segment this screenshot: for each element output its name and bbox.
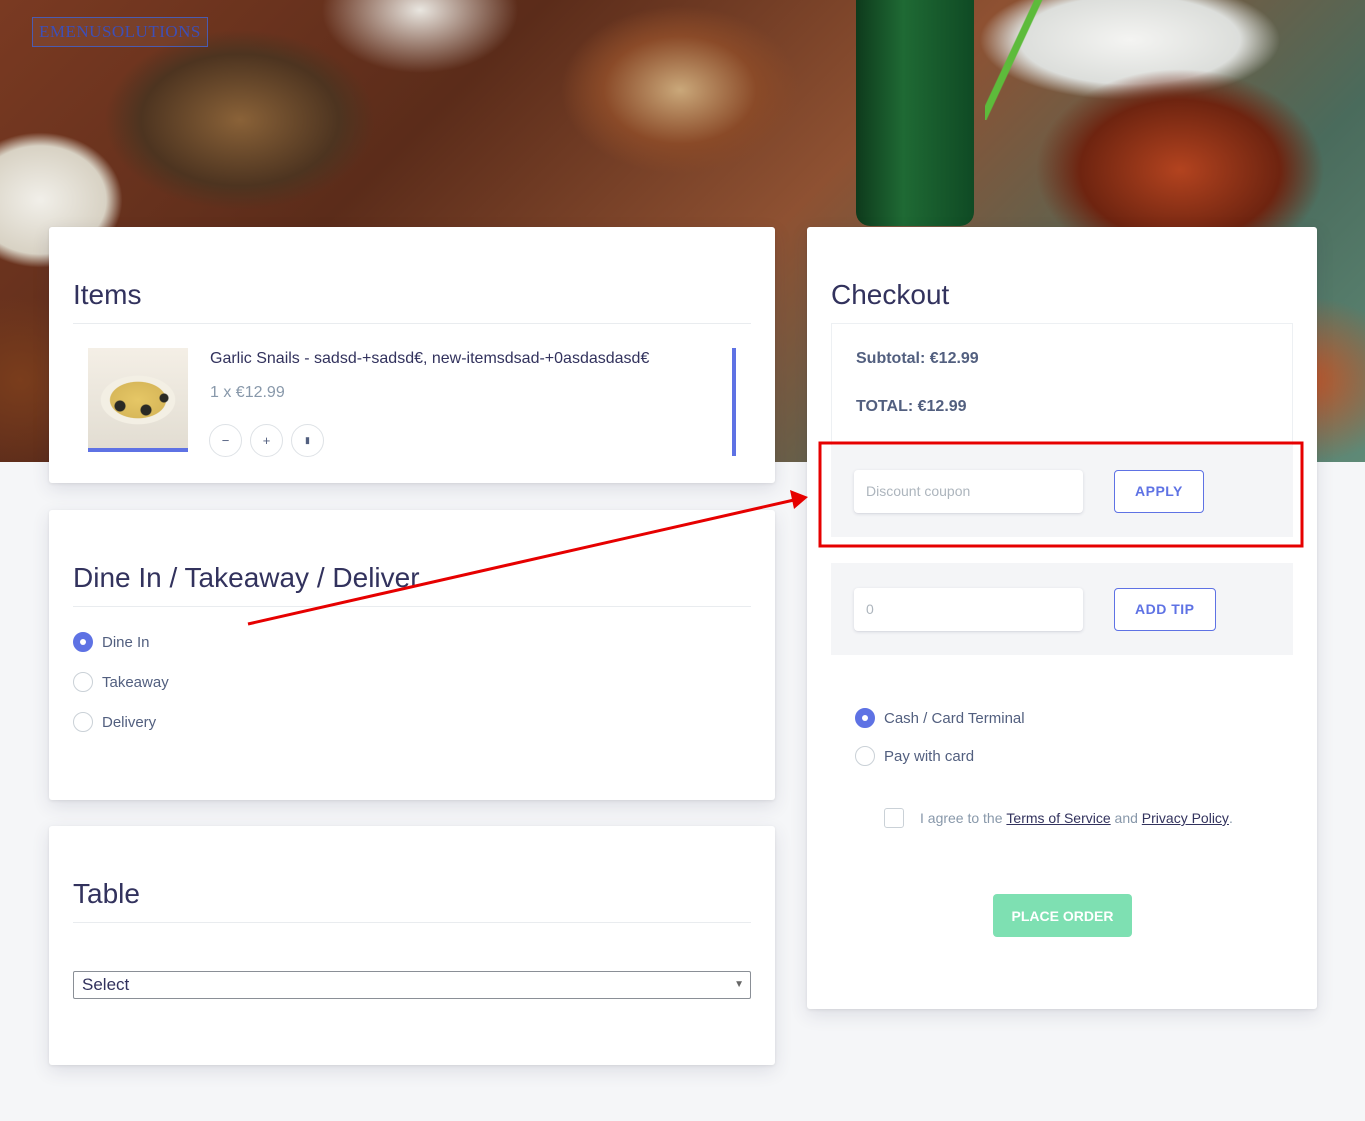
radio-dine-in-button[interactable] xyxy=(73,632,93,652)
privacy-policy-link[interactable]: Privacy Policy xyxy=(1142,810,1229,826)
beer-bottle-graphic xyxy=(856,0,974,226)
table-card: Table Select ▼ xyxy=(49,826,775,1065)
item-quantity-controls: − + ▮ xyxy=(209,424,324,457)
radio-delivery-button[interactable] xyxy=(73,712,93,732)
radio-takeaway[interactable]: Takeaway xyxy=(73,662,751,702)
add-tip-button[interactable]: ADD TIP xyxy=(1114,587,1216,631)
subtotal-text: Subtotal: €12.99 xyxy=(856,350,979,367)
dropdown-caret-icon: ▼ xyxy=(734,979,744,990)
increase-quantity-button[interactable]: + xyxy=(250,424,283,457)
order-type-title: Dine In / Takeaway / Deliver xyxy=(73,562,751,607)
discount-coupon-input[interactable] xyxy=(854,469,1083,513)
terms-agreement: I agree to the Terms of Service and Priv… xyxy=(884,808,1233,828)
table-select[interactable]: Select ▼ xyxy=(73,971,751,999)
items-title: Items xyxy=(73,279,751,324)
decrease-quantity-button[interactable]: − xyxy=(209,424,242,457)
payment-methods: Cash / Card Terminal Pay with card xyxy=(855,699,1025,775)
delete-item-button[interactable]: ▮ xyxy=(291,424,324,457)
table-title: Table xyxy=(73,878,751,923)
radio-takeaway-button[interactable] xyxy=(73,672,93,692)
agree-and: and xyxy=(1114,810,1138,826)
totals-box: Subtotal: €12.99 TOTAL: €12.99 xyxy=(831,323,1293,451)
table-select-value: Select xyxy=(82,975,130,994)
item-qty-price: 1 x €12.99 xyxy=(210,384,285,401)
apply-coupon-button[interactable]: APPLY xyxy=(1114,469,1204,513)
brand-logo[interactable]: EMENUSOLUTIONS xyxy=(32,17,208,47)
radio-cash-label: Cash / Card Terminal xyxy=(884,709,1025,727)
annotation-arrow-head xyxy=(790,490,808,509)
radio-delivery[interactable]: Delivery xyxy=(73,702,751,742)
checkout-card: Checkout Subtotal: €12.99 TOTAL: €12.99 … xyxy=(807,227,1317,1009)
radio-dine-in-label: Dine In xyxy=(102,633,150,651)
terms-checkbox[interactable] xyxy=(884,808,904,828)
chopsticks-graphic xyxy=(985,0,1045,120)
items-card: Items Garlic Snails - sadsd-+sadsd€, new… xyxy=(49,227,775,483)
item-image xyxy=(88,348,188,452)
cart-item: Garlic Snails - sadsd-+sadsd€, new-items… xyxy=(73,348,751,458)
radio-delivery-label: Delivery xyxy=(102,713,157,731)
item-accent-bar xyxy=(732,348,736,456)
radio-card-button[interactable] xyxy=(855,746,875,766)
trash-icon: ▮ xyxy=(305,435,310,445)
radio-cash-card-terminal[interactable]: Cash / Card Terminal xyxy=(855,699,1025,737)
coupon-box: APPLY xyxy=(831,445,1293,537)
total-text: TOTAL: €12.99 xyxy=(856,398,967,415)
radio-pay-with-card[interactable]: Pay with card xyxy=(855,737,1025,775)
terms-of-service-link[interactable]: Terms of Service xyxy=(1006,810,1110,826)
checkout-title: Checkout xyxy=(831,279,950,310)
order-type-card: Dine In / Takeaway / Deliver Dine In Tak… xyxy=(49,510,775,800)
tip-box: ADD TIP xyxy=(831,563,1293,655)
agree-prefix: I agree to the xyxy=(920,810,1003,826)
tip-input[interactable] xyxy=(854,587,1083,631)
radio-takeaway-label: Takeaway xyxy=(102,673,169,691)
radio-cash-button[interactable] xyxy=(855,708,875,728)
agree-suffix: . xyxy=(1228,810,1233,826)
place-order-button[interactable]: PLACE ORDER xyxy=(993,894,1132,937)
radio-card-label: Pay with card xyxy=(884,747,975,765)
item-name: Garlic Snails - sadsd-+sadsd€, new-items… xyxy=(210,350,650,367)
radio-dine-in[interactable]: Dine In xyxy=(73,622,751,662)
